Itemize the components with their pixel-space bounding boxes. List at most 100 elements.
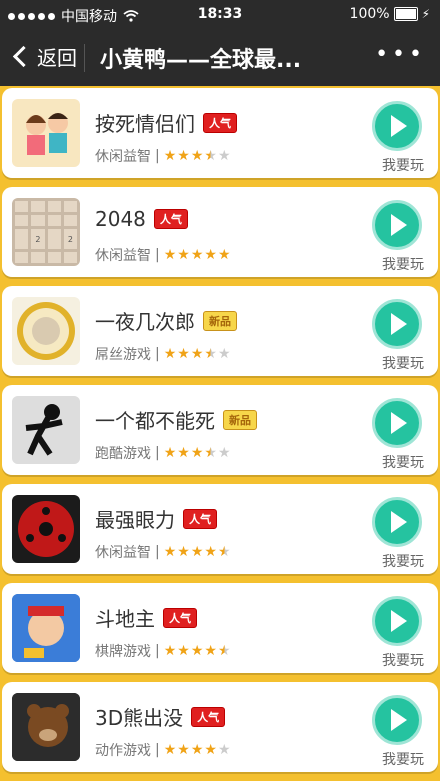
star-icon: ★ [177, 445, 190, 461]
star-icon: ★ [217, 148, 231, 164]
game-title-row: 斗地主 人气 [95, 603, 197, 632]
game-name: 3D熊出没 [95, 706, 184, 730]
game-thumbnail [12, 297, 80, 365]
play-label[interactable]: 我要玩 [382, 155, 424, 175]
play-icon [391, 610, 407, 632]
star-icon: ★ [217, 643, 231, 659]
play-icon [391, 511, 407, 533]
star-icon: ★ [163, 643, 177, 659]
game-meta: 动作游戏 | ★ ★ ★ ★ ★ [95, 740, 231, 760]
game-card[interactable]: 斗地主 人气 棋牌游戏 | ★ ★ ★ ★ ★ 我要玩 [2, 583, 438, 673]
game-category: 屌丝游戏 [95, 347, 151, 363]
rating-stars: ★ ★ ★ ★ ★ [164, 643, 231, 659]
more-button[interactable]: ••• [375, 42, 426, 67]
star-icon: ★ [163, 247, 177, 263]
game-card[interactable]: 2 2 2048 人气 休闲益智 | ★ ★ ★ ★ ★ 我要玩 [2, 187, 438, 277]
meta-divider: | [155, 643, 160, 659]
play-icon [391, 412, 407, 434]
star-icon: ★ [190, 643, 204, 659]
star-icon: ★ [190, 445, 204, 461]
meta-divider: | [155, 148, 160, 164]
game-category: 休闲益智 [95, 545, 151, 561]
play-icon [391, 214, 407, 236]
meta-divider: | [155, 445, 160, 461]
game-thumbnail [12, 693, 80, 761]
star-icon: ★ [217, 346, 231, 362]
hot-badge: 人气 [203, 112, 237, 133]
game-title-row: 3D熊出没 人气 [95, 702, 226, 731]
play-button[interactable] [372, 695, 422, 745]
chevron-left-icon [12, 45, 35, 68]
game-title-row: 按死情侣们 人气 [95, 108, 237, 137]
rating-stars: ★ ★ ★ ★ ★ [164, 445, 231, 461]
play-label[interactable]: 我要玩 [382, 650, 424, 670]
nav-bar: 返回 小黄鸭——全球最... ••• [0, 30, 440, 86]
star-icon: ★ [217, 742, 231, 758]
play-button[interactable] [372, 200, 422, 250]
charging-icon: ⚡ [421, 7, 430, 21]
play-label[interactable]: 我要玩 [382, 353, 424, 373]
star-icon: ★ [163, 544, 177, 560]
game-meta: 休闲益智 | ★ ★ ★ ★ ★ [95, 542, 231, 562]
play-icon [391, 115, 407, 137]
star-icon: ★ [163, 742, 177, 758]
game-title-row: 最强眼力 人气 [95, 504, 217, 533]
game-card[interactable]: 一夜几次郎 新品 屌丝游戏 | ★ ★ ★ ★ ★ 我要玩 [2, 286, 438, 376]
game-name: 一个都不能死 [95, 409, 215, 433]
hot-badge: 人气 [163, 607, 197, 628]
rating-stars: ★ ★ ★ ★ ★ [164, 346, 231, 362]
game-card[interactable]: 一个都不能死 新品 跑酷游戏 | ★ ★ ★ ★ ★ 我要玩 [2, 385, 438, 475]
game-category: 动作游戏 [95, 743, 151, 759]
game-card[interactable]: 按死情侣们 人气 休闲益智 | ★ ★ ★ ★ ★ 我要玩 [2, 88, 438, 178]
play-button[interactable] [372, 101, 422, 151]
play-button[interactable] [372, 299, 422, 349]
play-label[interactable]: 我要玩 [382, 551, 424, 571]
star-icon: ★ [217, 247, 231, 263]
game-thumbnail [12, 99, 80, 167]
hot-badge: 人气 [153, 209, 188, 229]
rating-stars: ★ ★ ★ ★ ★ [164, 148, 231, 164]
star-icon: ★ [177, 643, 190, 659]
play-button[interactable] [372, 596, 422, 646]
game-name: 最强眼力 [95, 508, 175, 532]
star-icon: ★ [190, 148, 204, 164]
star-icon: ★ [190, 544, 204, 560]
new-badge: 新品 [203, 310, 237, 331]
star-icon: ★ [163, 445, 177, 461]
game-category: 休闲益智 [95, 248, 151, 264]
play-icon [391, 313, 407, 335]
page-title: 小黄鸭——全球最... [100, 48, 302, 73]
star-icon: ★ [204, 346, 217, 362]
play-button[interactable] [372, 398, 422, 448]
rating-stars: ★ ★ ★ ★ ★ [164, 742, 231, 758]
star-icon: ★ [204, 544, 217, 560]
hot-badge: 人气 [191, 706, 226, 727]
meta-divider: | [155, 544, 160, 560]
game-name: 斗地主 [95, 607, 155, 631]
game-category: 跑酷游戏 [95, 446, 151, 462]
star-icon: ★ [177, 544, 190, 560]
play-label[interactable]: 我要玩 [382, 749, 424, 769]
play-icon [391, 709, 407, 731]
game-name: 按死情侣们 [95, 112, 195, 136]
meta-divider: | [155, 346, 160, 362]
star-icon: ★ [190, 742, 204, 758]
game-card[interactable]: 3D熊出没 人气动作游戏 | ★ ★ ★ ★ ★ 我要玩 [2, 682, 438, 772]
play-label[interactable]: 我要玩 [382, 254, 424, 274]
star-icon: ★ [217, 445, 231, 461]
star-icon: ★ [177, 742, 190, 758]
star-icon: ★ [204, 445, 217, 461]
meta-divider: | [155, 742, 160, 758]
star-icon: ★ [177, 148, 190, 164]
play-button[interactable] [372, 497, 422, 547]
game-category: 棋牌游戏 [95, 644, 151, 660]
rating-stars: ★ ★ ★ ★ ★ [164, 247, 231, 263]
game-thumbnail [12, 594, 80, 662]
game-meta: 休闲益智 | ★ ★ ★ ★ ★ [95, 146, 231, 166]
status-bar: 中国移动 18:33 100% ⚡ [0, 0, 440, 30]
game-card[interactable]: 最强眼力 人气休闲益智 | ★ ★ ★ ★ ★ 我要玩 [2, 484, 438, 574]
back-button[interactable]: 返回 [10, 42, 77, 71]
game-name: 2048 [95, 207, 146, 231]
play-label[interactable]: 我要玩 [382, 452, 424, 472]
star-icon: ★ [204, 247, 217, 263]
